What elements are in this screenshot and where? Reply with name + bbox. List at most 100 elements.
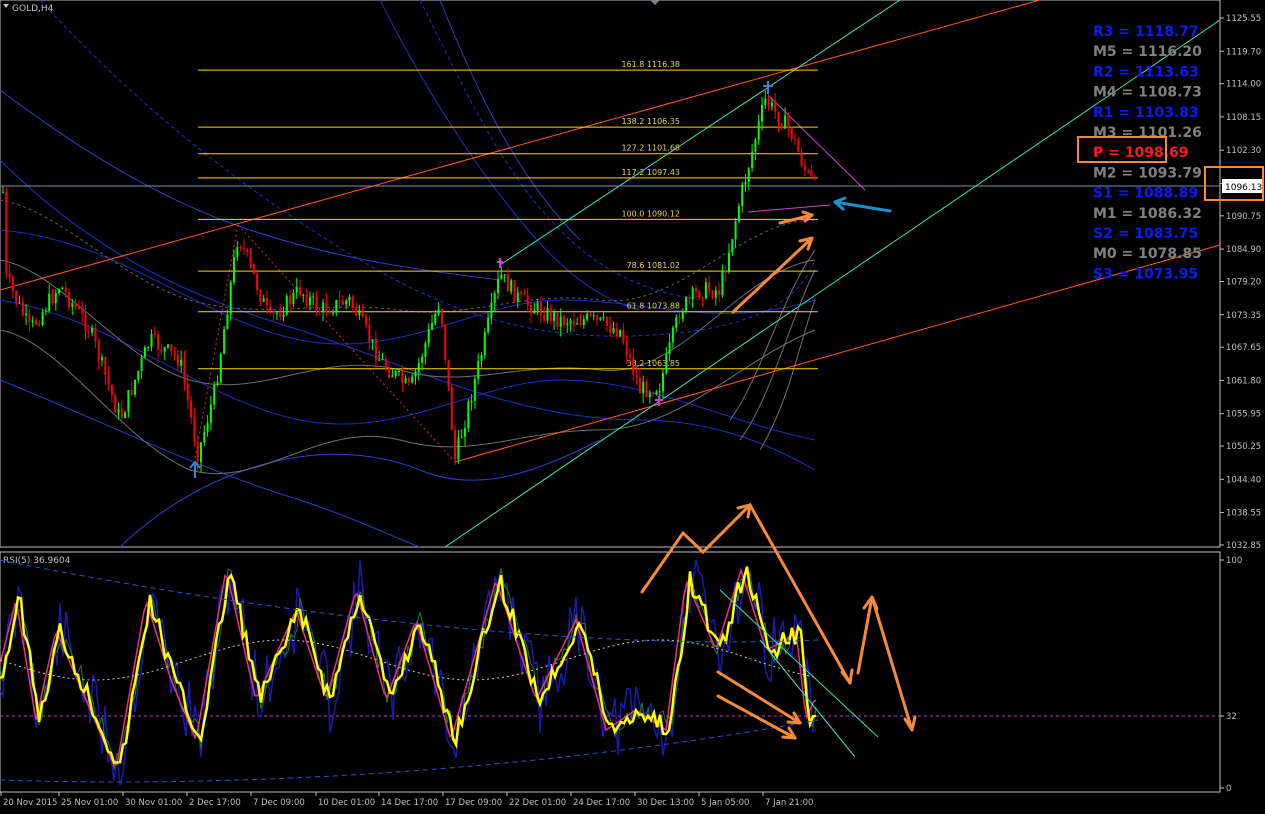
pivot-level-label: M0 = 1078.85: [1093, 246, 1202, 262]
candle-body: [754, 139, 757, 152]
candle-body: [335, 299, 338, 313]
rsi-title: RSI(5) 36.9604: [3, 556, 71, 566]
candle-body: [120, 409, 123, 419]
candle-body: [655, 391, 658, 395]
candle-body: [71, 303, 74, 307]
time-tick-label: 22 Dec 01:00: [509, 798, 566, 808]
candle-body: [190, 400, 193, 418]
candle-body: [338, 299, 341, 301]
candle-body: [256, 273, 259, 291]
candle-body: [427, 329, 430, 344]
candle-body: [143, 347, 146, 358]
candle-body: [355, 306, 358, 316]
candle-body: [794, 139, 796, 141]
candle-body: [615, 327, 618, 337]
candle-body: [526, 294, 529, 305]
candle-body: [292, 292, 295, 304]
candle-body: [780, 123, 783, 129]
candle-body: [569, 321, 572, 324]
candle-body: [140, 357, 143, 371]
candle-body: [790, 127, 793, 140]
candle-body: [704, 282, 707, 299]
time-tick-label: 25 Nov 01:00: [61, 798, 118, 808]
candle-body: [163, 347, 166, 352]
price-tick-label: 1050.25: [1226, 442, 1261, 452]
candle-body: [629, 355, 631, 358]
time-tick-label: 2 Dec 17:00: [189, 798, 241, 808]
price-tick-label: 1073.35: [1226, 311, 1261, 321]
candle-body: [460, 436, 463, 438]
candle-body: [110, 385, 113, 396]
time-tick-label: 10 Dec 01:00: [318, 798, 375, 808]
candle-body: [576, 323, 579, 325]
candle-body: [586, 313, 589, 320]
candle-body: [625, 342, 628, 356]
candle-body: [473, 378, 476, 401]
trading-chart[interactable]: 161.8 1116.38 138.2 1106.35 127.2 1101.68 1…: [0, 0, 1265, 810]
candle-body: [216, 381, 219, 385]
rsi-axis: 100 32 0: [1220, 556, 1242, 794]
candle-body: [751, 151, 754, 169]
candle-body: [246, 249, 249, 252]
candle-body: [269, 305, 272, 312]
candle-body: [411, 376, 414, 383]
candle-body: [530, 304, 532, 314]
time-tick-label: 7 Jan 21:00: [765, 798, 813, 808]
candle-body: [589, 313, 592, 316]
candle-body: [279, 312, 282, 317]
time-tick-label: 7 Dec 09:00: [253, 798, 305, 808]
candle-body: [35, 320, 37, 325]
candle-body: [134, 379, 136, 395]
candle-body: [711, 291, 714, 298]
candle-body: [130, 390, 133, 395]
price-tick-label: 1125.55: [1226, 14, 1261, 24]
candle-body: [434, 314, 437, 324]
candle-body: [582, 319, 585, 326]
price-tick-label: 1061.80: [1226, 376, 1261, 386]
candle-body: [737, 206, 740, 222]
candle-body: [305, 294, 308, 305]
candle-body: [196, 441, 199, 463]
candle-body: [186, 383, 189, 401]
candle-body: [114, 395, 117, 413]
main-panel-frame: [0, 0, 1221, 548]
candle-body: [734, 221, 737, 240]
candle-body: [407, 378, 410, 383]
candle-body: [813, 176, 816, 179]
candle-body: [180, 359, 183, 366]
candle-body: [101, 357, 103, 361]
candle-body: [638, 377, 641, 394]
candle-body: [21, 302, 24, 316]
pivot-level-label: M4 = 1108.73: [1093, 85, 1202, 101]
candle-body: [596, 315, 598, 320]
candle-body: [315, 296, 318, 311]
time-tick-label: 17 Dec 09:00: [445, 798, 502, 808]
candle-body: [81, 308, 84, 315]
price-tick-label: 1090.75: [1226, 212, 1261, 222]
pivot-level-label: M1 = 1086.32: [1093, 206, 1202, 222]
candle-body: [648, 392, 651, 398]
candle-body: [414, 371, 417, 377]
candle-body: [325, 302, 328, 313]
candle-body: [394, 371, 397, 376]
candle-body: [381, 359, 384, 361]
candle-body: [513, 280, 516, 303]
candle-body: [609, 325, 612, 333]
time-tick-label: 30 Nov 01:00: [125, 798, 182, 808]
fib-label: 100.0 1090.12: [621, 209, 680, 218]
candle-body: [764, 98, 767, 105]
candle-body: [642, 381, 645, 394]
candle-body: [157, 334, 160, 350]
candle-body: [566, 323, 569, 325]
candle-body: [328, 312, 331, 314]
price-tick-label: 1038.55: [1226, 509, 1261, 519]
candle-body: [365, 316, 367, 325]
candle-body: [302, 294, 305, 296]
candle-body: [94, 327, 97, 342]
time-axis: 20 Nov 2015 25 Nov 01:00 30 Nov 01:00 2 Dec…: [0, 792, 813, 808]
candle-body: [800, 151, 803, 166]
candle-body: [8, 273, 11, 278]
candle-body: [437, 309, 440, 315]
pivot-level-label: R2 = 1113.63: [1093, 64, 1199, 80]
candle-body: [668, 342, 671, 355]
